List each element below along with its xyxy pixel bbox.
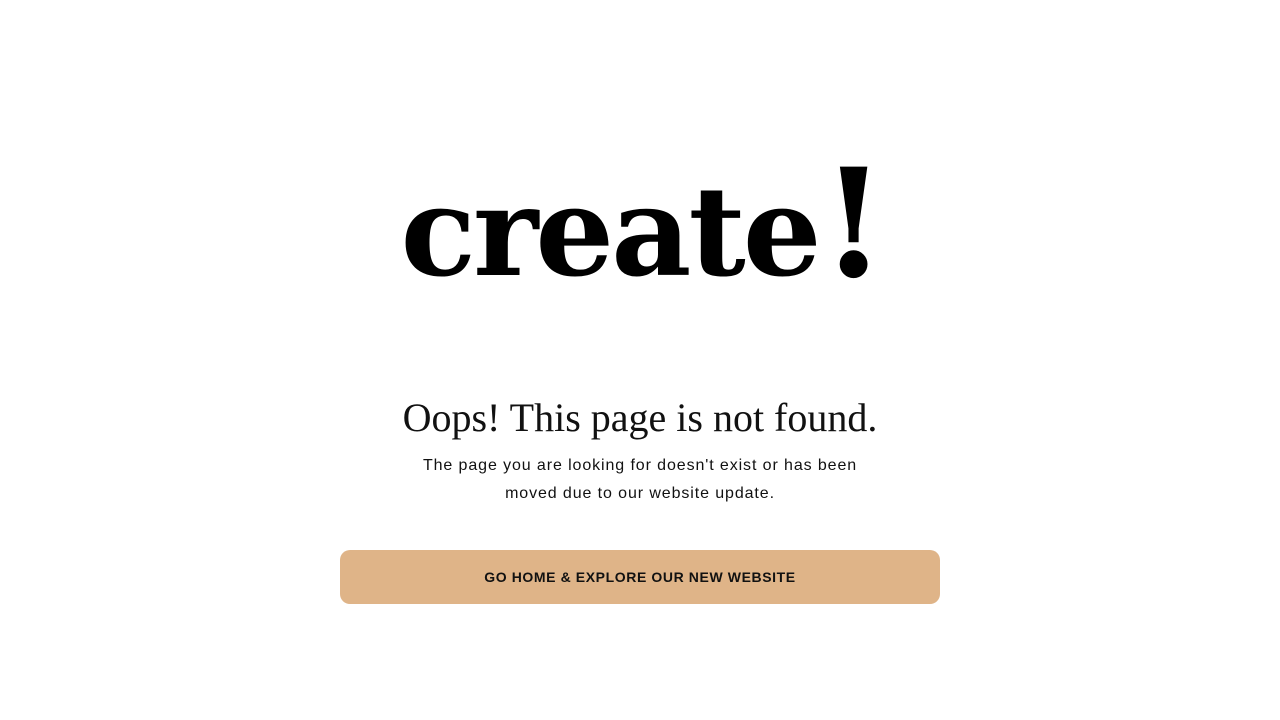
error-description-line-2: moved due to our website update. [505,485,775,502]
page-title: Oops! This page is not found. [402,394,878,440]
logo-wordmark: create [400,160,821,305]
brand-logo: create! [383,135,901,312]
go-home-button[interactable]: GO HOME & EXPLORE OUR NEW WEBSITE [340,550,940,604]
logo-exclamation-mark: ! [820,135,887,312]
error-description-line-1: The page you are looking for doesn't exi… [422,457,858,474]
not-found-page: create! Oops! This page is not found. Th… [0,0,1280,720]
go-home-button-label: GO HOME & EXPLORE OUR NEW WEBSITE [484,569,796,585]
